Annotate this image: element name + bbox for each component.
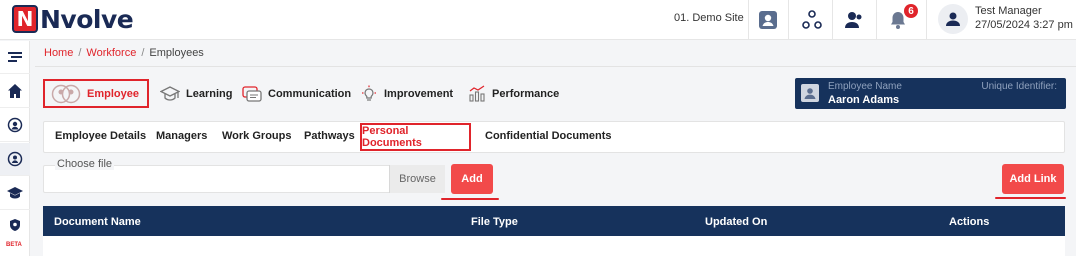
notification-count-badge: 6 xyxy=(904,4,918,18)
divider xyxy=(876,0,877,40)
documents-table-body xyxy=(43,236,1065,256)
unique-identifier-label: Unique Identifier: xyxy=(981,81,1057,92)
employee-avatar-icon xyxy=(801,84,819,102)
user-name: Test Manager xyxy=(975,5,1042,17)
employee-name-label: Employee Name xyxy=(828,81,902,92)
user-datetime: 27/05/2024 3:27 pm xyxy=(975,19,1073,31)
module-tab-label: Communication xyxy=(268,87,352,100)
documents-table-header xyxy=(43,206,1065,236)
add-link-underline-annotation xyxy=(995,197,1066,199)
sub-tab-confidential-documents[interactable]: Confidential Documents xyxy=(485,130,612,142)
sub-tab-managers[interactable]: Managers xyxy=(156,130,207,142)
chat-icon xyxy=(242,85,262,103)
breadcrumb-workforce[interactable]: Workforce xyxy=(86,47,136,59)
sub-tab-personal-documents[interactable]: Personal Documents xyxy=(360,123,471,151)
column-updated-on[interactable]: Updated On xyxy=(705,216,767,228)
breadcrumb-separator: / xyxy=(78,47,82,59)
beta-label: BETA xyxy=(6,242,22,248)
divider xyxy=(832,0,833,40)
column-document-name[interactable]: Document Name xyxy=(54,216,141,228)
module-tab-label: Learning xyxy=(186,87,233,100)
user-avatar[interactable] xyxy=(938,4,968,34)
module-tab-improvement[interactable]: Improvement xyxy=(360,79,453,108)
add-link-button[interactable]: Add Link xyxy=(1002,164,1064,194)
breadcrumb-current: Employees xyxy=(149,47,204,59)
sub-tab-employee-details[interactable]: Employee Details xyxy=(55,130,146,142)
module-tab-label: Performance xyxy=(492,87,560,100)
home-icon[interactable] xyxy=(0,75,30,108)
lightbulb-icon xyxy=(360,85,378,103)
graduation-cap-icon[interactable] xyxy=(0,177,30,210)
module-tab-performance[interactable]: Performance xyxy=(468,79,559,108)
site-selector[interactable]: 01. Demo Site xyxy=(674,12,744,24)
org-chart-icon[interactable] xyxy=(798,6,826,34)
profile-card-icon[interactable] xyxy=(754,6,782,34)
divider xyxy=(788,0,789,40)
module-tab-communication[interactable]: Communication xyxy=(242,79,351,108)
add-underline-annotation xyxy=(441,198,499,200)
module-tab-label: Improvement xyxy=(384,87,454,100)
sub-tab-work-groups[interactable]: Work Groups xyxy=(222,130,291,142)
employee-card: Employee Name Aaron Adams Unique Identif… xyxy=(795,78,1066,109)
choose-file-label: Choose file xyxy=(55,158,115,170)
browse-button[interactable]: Browse xyxy=(389,165,445,193)
breadcrumb: Home / Workforce / Employees xyxy=(44,47,204,59)
menu-toggle-icon[interactable] xyxy=(0,41,30,74)
sidebar: BETA xyxy=(0,41,30,256)
divider xyxy=(926,0,927,40)
logo-badge: N xyxy=(12,5,38,33)
column-actions: Actions xyxy=(949,216,990,228)
employee-name: Aaron Adams xyxy=(828,94,900,106)
add-button[interactable]: Add xyxy=(451,164,493,194)
logo-text: Nvolve xyxy=(40,4,134,34)
module-tab-employee[interactable]: Employee xyxy=(43,79,149,108)
users-icon[interactable] xyxy=(840,6,868,34)
settings-user-icon[interactable] xyxy=(0,109,30,142)
module-tab-label: Employee xyxy=(87,87,139,100)
breadcrumb-home[interactable]: Home xyxy=(44,47,73,59)
employee-icon xyxy=(51,84,81,104)
beta-shield-icon[interactable] xyxy=(0,211,30,244)
nvolve-logo[interactable]: N Nvolve xyxy=(12,4,134,34)
top-bar: N Nvolve 01. Demo Site 6 Test Manager 27… xyxy=(0,0,1076,40)
divider xyxy=(748,0,749,40)
breadcrumb-divider xyxy=(35,66,1076,67)
column-file-type[interactable]: File Type xyxy=(471,216,518,228)
chart-icon xyxy=(468,85,486,103)
module-tab-learning[interactable]: Learning xyxy=(160,79,232,108)
breadcrumb-separator: / xyxy=(141,47,145,59)
graduation-cap-icon xyxy=(160,85,180,103)
workforce-icon[interactable] xyxy=(0,143,30,176)
sub-tab-pathways[interactable]: Pathways xyxy=(304,130,355,142)
